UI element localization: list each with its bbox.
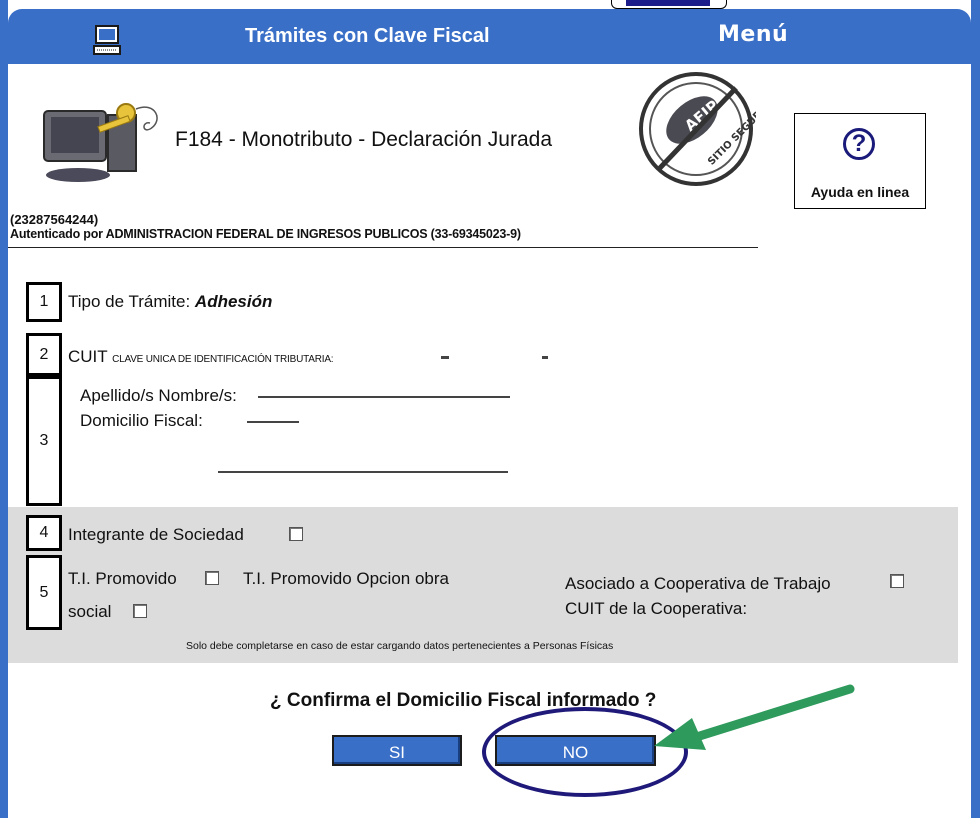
row-number-3: 3 xyxy=(26,376,62,506)
social-label: social xyxy=(68,602,112,621)
user-cuit: (23287564244) xyxy=(10,212,99,227)
help-label: Ayuda en linea xyxy=(810,184,910,200)
row-number-2: 2 xyxy=(26,333,62,376)
tramite-type-label: Tipo de Trámite: xyxy=(68,292,195,311)
integrante-label: Integrante de Sociedad xyxy=(68,525,244,544)
computer-icon xyxy=(93,25,121,55)
auth-divider xyxy=(8,247,758,248)
redacted-address xyxy=(247,421,299,423)
form-title: F184 - Monotributo - Declaración Jurada xyxy=(175,128,553,151)
integrante-sociedad-checkbox[interactable] xyxy=(289,527,303,541)
asociado-cooperativa-label: Asociado a Cooperativa de Trabajo xyxy=(565,574,831,593)
help-online-button[interactable]: ? Ayuda en linea xyxy=(794,113,926,209)
header-title: Trámites con Clave Fiscal xyxy=(245,25,490,47)
name-label: Apellido/s Nombre/s: xyxy=(80,386,237,405)
row-number-1: 1 xyxy=(26,282,62,322)
persona-fisica-note: Solo debe completarse en caso de estar c… xyxy=(186,640,614,652)
tramite-type: Tipo de Trámite: Adhesión xyxy=(68,292,272,312)
cuit-sublabel: CLAVE UNICA DE IDENTIFICACIÓN TRIBUTARIA… xyxy=(112,354,334,365)
page-frame: Trámites con Clave Fiscal Menú F184 - Mo… xyxy=(0,0,980,818)
frame-left-border xyxy=(0,0,8,818)
redacted-cuit-1 xyxy=(441,356,449,359)
tramite-type-value: Adhesión xyxy=(194,292,273,311)
sitio-seguro-seal: AFIP SITIO SEGURO xyxy=(639,72,756,186)
row-number-4: 4 xyxy=(26,515,62,551)
redacted-cuit-2 xyxy=(542,356,548,359)
top-link-highlight[interactable] xyxy=(626,0,710,6)
ti-promovido-opcion-checkbox[interactable] xyxy=(133,604,147,618)
ti-promovido-label: T.I. Promovido xyxy=(68,569,177,588)
authenticated-by: Autenticado por ADMINISTRACION FEDERAL D… xyxy=(10,227,521,241)
computer-key-icon xyxy=(43,103,158,182)
menu-link[interactable]: Menú xyxy=(718,20,818,50)
cuit-label: CUIT xyxy=(68,347,108,366)
row-number-5: 5 xyxy=(26,555,62,630)
yes-button[interactable]: SI xyxy=(332,735,462,766)
help-question-icon: ? xyxy=(843,128,875,160)
address-label: Domicilio Fiscal: xyxy=(80,411,203,430)
cuit-row: CUIT CLAVE UNICA DE IDENTIFICACIÓN TRIBU… xyxy=(68,347,334,367)
redacted-address-line xyxy=(218,471,508,473)
frame-right-border xyxy=(971,0,980,818)
asociado-cooperativa-checkbox[interactable] xyxy=(890,574,904,588)
green-arrow-annotation xyxy=(654,684,855,750)
redacted-name xyxy=(258,396,510,398)
cuit-cooperativa-label: CUIT de la Cooperativa: xyxy=(565,599,748,618)
top-strip xyxy=(0,0,980,9)
ti-promovido-opcion-label: T.I. Promovido Opcion obra xyxy=(243,569,449,588)
ti-promovido-checkbox[interactable] xyxy=(205,571,219,585)
